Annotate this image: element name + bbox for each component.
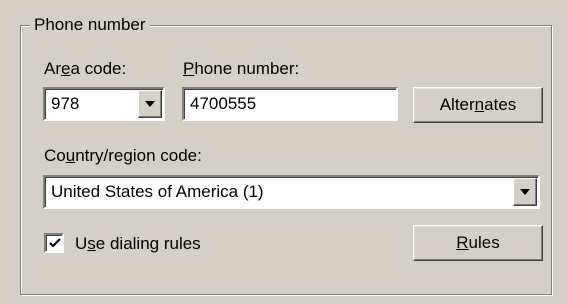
phone-number-panel: Phone number Area code: 978 Phone number… bbox=[0, 0, 567, 304]
country-region-label: Country/region code: bbox=[44, 146, 202, 165]
country-region-dropdown-button[interactable] bbox=[513, 178, 537, 206]
country-region-value: United States of America (1) bbox=[51, 182, 264, 201]
phone-number-label: Phone number: bbox=[183, 59, 300, 78]
chevron-down-icon bbox=[520, 189, 530, 195]
use-dialing-rules-checkbox[interactable] bbox=[44, 233, 64, 253]
area-code-combobox[interactable]: 978 bbox=[43, 87, 165, 121]
area-code-dropdown-button[interactable] bbox=[138, 90, 162, 118]
phone-number-input[interactable]: 4700555 bbox=[182, 87, 398, 121]
chevron-down-icon bbox=[145, 101, 155, 107]
groupbox-title: Phone number bbox=[30, 14, 150, 36]
area-code-label: Area code: bbox=[44, 59, 127, 78]
area-code-value: 978 bbox=[51, 94, 80, 113]
country-region-combobox[interactable]: United States of America (1) bbox=[43, 175, 540, 209]
rules-button[interactable]: Rules bbox=[413, 225, 543, 261]
checkmark-icon bbox=[49, 238, 61, 248]
use-dialing-rules-label[interactable]: Use dialing rules bbox=[75, 233, 201, 255]
phone-number-value: 4700555 bbox=[190, 94, 257, 113]
alternates-button[interactable]: Alternates bbox=[413, 87, 543, 123]
